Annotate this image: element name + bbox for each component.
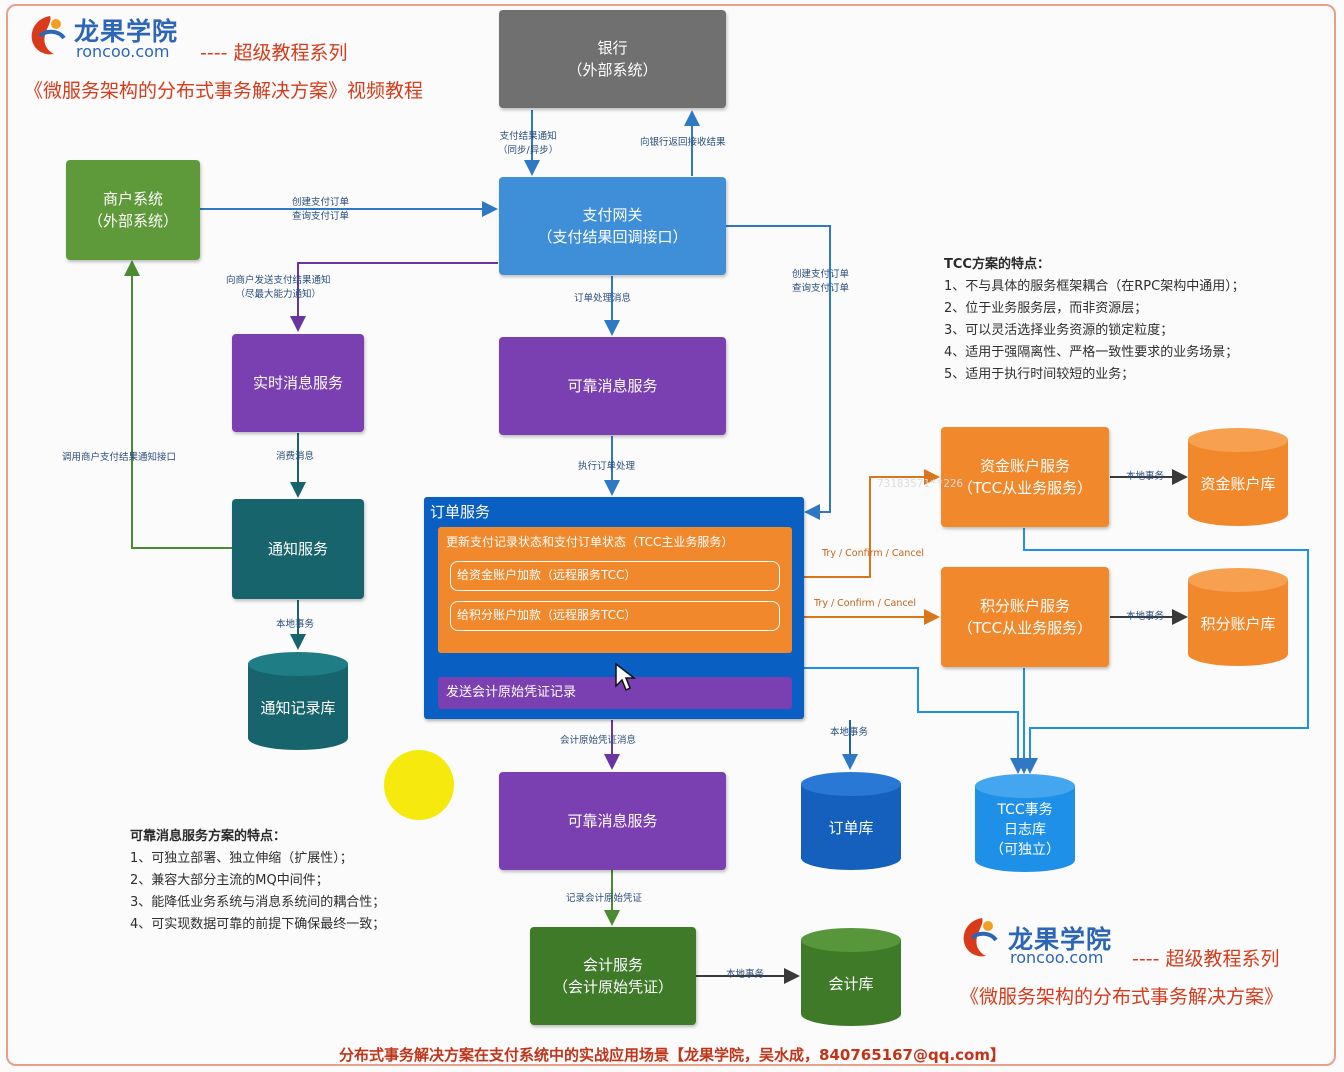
label-pay-notify: 支付结果通知 （同步/异步） <box>498 131 559 156</box>
node-accounting: 会计服务 （会计原始凭证） <box>530 927 696 1025</box>
label-local-tx-fund: 本地事务 <box>1126 471 1165 482</box>
msg-notes: 可靠消息服务方案的特点： 1、可独立部署、独立伸缩（扩展性）； 2、兼容大部分主… <box>130 826 470 936</box>
label-merchant-notify: 向商户发送支付结果通知 （尽最大能力通知） <box>226 275 331 300</box>
watermark-text: 73183571**226 <box>877 477 964 490</box>
tcc-note-item: 1、不与具体的服务框架耦合（在RPC架构中通用）； <box>944 279 1245 294</box>
label-gateway-order: 创建支付订单 查询支付订单 <box>792 269 850 294</box>
db-accounting: 会计库 <box>801 928 901 1026</box>
db-tcc-log: TCC事务 日志库 （可独立） <box>975 774 1075 872</box>
label-tcc-fund: Try / Confirm / Cancel <box>822 548 925 559</box>
tcc-note-item: 2、位于业务服务层，而非资源层； <box>944 301 1148 316</box>
pointer-highlight <box>384 750 454 820</box>
label-record-voucher: 记录会计原始凭证 <box>566 893 643 904</box>
db-order: 订单库 <box>801 772 901 870</box>
order-service-title: 订单服务 <box>430 503 491 521</box>
node-reliable-msg-2: 可靠消息服务 <box>499 772 726 870</box>
label-acct-msg: 会计原始凭证消息 <box>560 735 637 746</box>
edge-notify-to-merchant <box>124 260 232 549</box>
tcc-notes-heading: TCC方案的特点： <box>944 257 1050 272</box>
node-points-account: 积分账户服务 （TCC从业务服务） <box>941 567 1109 667</box>
node-bank: 银行 （外部系统） <box>499 10 726 108</box>
label-local-tx-points: 本地事务 <box>1126 611 1165 622</box>
series-label: ---- 超级教程系列 <box>1132 948 1280 970</box>
sub-task-points: 给积分账户加款（远程服务TCC） <box>450 601 780 631</box>
msg-notes-heading: 可靠消息服务方案的特点： <box>130 829 287 844</box>
course-title: 《微服务架构的分布式事务解决方案》视频教程 <box>24 80 424 102</box>
node-realtime-msg: 实时消息服务 <box>232 334 364 432</box>
roncoo-logo-icon <box>963 918 998 957</box>
tcc-note-item: 3、可以灵活选择业务资源的锁定粒度； <box>944 323 1174 338</box>
label-call-merchant: 调用商户支付结果通知接口 <box>62 452 177 463</box>
sub-task-fund: 给资金账户加款（远程服务TCC） <box>450 561 780 591</box>
label-local-tx-acct: 本地事务 <box>726 969 765 980</box>
course-title: 《微服务架构的分布式事务解决方案》 <box>960 986 1284 1008</box>
msg-note-item: 2、兼容大部分主流的MQ中间件； <box>130 873 329 888</box>
msg-note-item: 4、可实现数据可靠的前提下确保最终一致； <box>130 917 386 932</box>
edge-order-to-fund <box>792 469 940 578</box>
node-notify: 通知服务 <box>232 499 364 599</box>
msg-note-item: 1、可独立部署、独立伸缩（扩展性）； <box>130 851 353 866</box>
footer-caption: 分布式事务解决方案在支付系统中的实战应用场景【龙果学院，吴水成，84076516… <box>339 1046 1005 1064</box>
node-merchant: 商户系统 （外部系统） <box>66 160 200 260</box>
header-brand: 龙果学院 roncoo.com ---- 超级教程系列 《微服务架构的分布式事务… <box>16 6 496 106</box>
label-consume-msg: 消费消息 <box>276 451 315 462</box>
db-fund-account: 资金账户库 <box>1188 428 1288 526</box>
diagram-canvas: 龙果学院 roncoo.com ---- 超级教程系列 《微服务架构的分布式事务… <box>0 0 1344 1072</box>
tcc-main-task: 更新支付记录状态和支付订单状态（TCC主业务服务） 给资金账户加款（远程服务TC… <box>438 527 792 653</box>
tcc-notes: TCC方案的特点： 1、不与具体的服务框架耦合（在RPC架构中通用）； 2、位于… <box>944 254 1324 386</box>
msg-note-item: 3、能降低业务系统与消息系统间的耦合性； <box>130 895 386 910</box>
brand-url: roncoo.com <box>76 42 170 61</box>
tcc-note-item: 4、适用于强隔离性、严格一致性要求的业务场景； <box>944 345 1239 360</box>
node-fund-account: 资金账户服务 （TCC从业务服务） <box>941 427 1109 527</box>
roncoo-logo-icon <box>31 16 66 55</box>
tcc-note-item: 5、适用于执行时间较短的业务； <box>944 367 1135 382</box>
label-order-msg: 订单处理消息 <box>574 293 632 304</box>
label-local-tx-notify: 本地事务 <box>276 619 315 630</box>
label-tcc-points: Try / Confirm / Cancel <box>814 598 917 609</box>
db-points-account: 积分账户库 <box>1188 568 1288 666</box>
series-label: ---- 超级教程系列 <box>200 42 348 64</box>
label-create-order: 创建支付订单 查询支付订单 <box>292 197 350 222</box>
label-exec-order: 执行订单处理 <box>578 461 636 472</box>
node-gateway: 支付网关 （支付结果回调接口） <box>499 177 726 275</box>
brand-url: roncoo.com <box>1010 948 1104 967</box>
label-bank-return: 向银行返回接收结果 <box>640 137 726 148</box>
node-reliable-msg-1: 可靠消息服务 <box>499 337 726 435</box>
footer-brand: 龙果学院 roncoo.com ---- 超级教程系列 《微服务架构的分布式事务… <box>950 910 1330 1020</box>
tcc-main-task-label: 更新支付记录状态和支付订单状态（TCC主业务服务） <box>446 535 734 549</box>
db-notify-record: 通知记录库 <box>248 652 348 750</box>
mouse-cursor-icon <box>615 662 636 692</box>
label-local-tx-order: 本地事务 <box>830 727 869 738</box>
